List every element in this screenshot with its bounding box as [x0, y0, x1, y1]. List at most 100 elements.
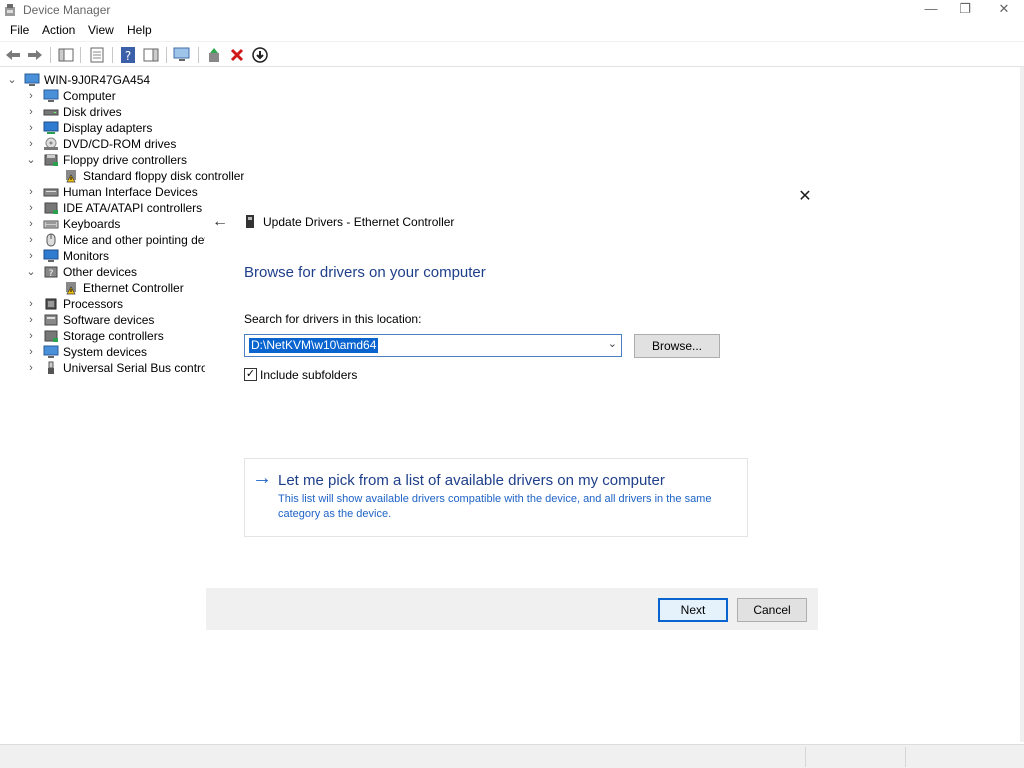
tree-root-label: WIN-9J0R47GA454	[44, 73, 151, 87]
tree-item-label: Display adapters	[63, 121, 153, 135]
display-adapter-icon	[43, 121, 59, 134]
tree-item-label: Disk drives	[63, 105, 122, 119]
dvd-drive-icon	[44, 137, 58, 150]
chevron-down-icon[interactable]: ⌄	[6, 72, 18, 88]
pick-option-description: This list will show available drivers co…	[278, 493, 712, 520]
storage-controller-icon	[44, 330, 58, 342]
tree-item-computer[interactable]: › Computer	[0, 88, 230, 104]
title-bar: Device Manager — ❐ ✕	[0, 0, 1024, 20]
window-title: Device Manager	[23, 3, 111, 17]
disable-device-icon[interactable]	[251, 46, 269, 64]
next-button[interactable]: Next	[658, 598, 728, 622]
chevron-right-icon[interactable]: ›	[25, 184, 37, 200]
browse-button[interactable]: Browse...	[634, 334, 720, 358]
tree-item-dvd-cdrom-drives[interactable]: › DVD/CD-ROM drives	[0, 136, 230, 152]
vertical-scrollbar[interactable]	[1020, 67, 1024, 742]
tree-item-human-interface-devices[interactable]: › Human Interface Devices	[0, 184, 230, 200]
chevron-right-icon[interactable]: ›	[25, 120, 37, 136]
tree-item-standard-floppy-disk-controller[interactable]: Standard floppy disk controller	[0, 168, 244, 184]
tree-item-system-devices[interactable]: › System devices	[0, 344, 230, 360]
tree-item-label: Human Interface Devices	[63, 185, 198, 199]
tree-root[interactable]: ⌄ WIN-9J0R47GA454	[0, 72, 230, 88]
cancel-button[interactable]: Cancel	[737, 598, 807, 622]
tree-item-disk-drives[interactable]: › Disk drives	[0, 104, 230, 120]
chevron-right-icon[interactable]: ›	[25, 232, 37, 248]
tree-item-display-adapters[interactable]: › Display adapters	[0, 120, 230, 136]
tree-item-label: Other devices	[63, 265, 138, 279]
include-subfolders-checkbox[interactable]: ✓	[244, 368, 257, 381]
properties-icon[interactable]	[88, 46, 106, 64]
action-pane-icon[interactable]	[142, 46, 160, 64]
chevron-right-icon[interactable]: ›	[25, 296, 37, 312]
chevron-right-icon[interactable]: ›	[25, 328, 37, 344]
back-arrow-icon[interactable]	[4, 46, 22, 64]
chevron-right-icon[interactable]: ›	[25, 104, 37, 120]
scan-hardware-icon[interactable]	[173, 46, 191, 64]
dialog-footer: Next Cancel	[206, 588, 818, 630]
close-icon[interactable]: ✕	[796, 188, 814, 206]
toolbar-separator	[166, 47, 167, 63]
chevron-right-icon[interactable]: ›	[25, 312, 37, 328]
menu-view[interactable]: View	[88, 23, 114, 37]
tree-item-label: Ethernet Controller	[83, 281, 184, 295]
tree-item-storage-controllers[interactable]: › Storage controllers	[0, 328, 230, 344]
minimize-button[interactable]: —	[912, 0, 950, 20]
tree-item-processors[interactable]: › Processors	[0, 296, 230, 312]
chevron-right-icon[interactable]: ›	[25, 136, 37, 152]
chevron-down-icon[interactable]: ⌄	[25, 152, 37, 168]
back-arrow-icon[interactable]: ←	[212, 213, 228, 231]
tree-item-keyboards[interactable]: › Keyboards	[0, 216, 230, 232]
chevron-right-icon[interactable]: ›	[25, 248, 37, 264]
other-devices-icon: ?	[44, 266, 58, 279]
tree-item-label: Software devices	[63, 313, 155, 327]
close-window-button[interactable]: ✕	[985, 0, 1023, 20]
menu-action[interactable]: Action	[42, 23, 75, 37]
include-subfolders-label[interactable]: Include subfolders	[260, 368, 357, 382]
tree-item-monitors[interactable]: › Monitors	[0, 248, 230, 264]
device-manager-app-icon	[5, 4, 15, 16]
restore-button[interactable]: ❐	[946, 0, 984, 20]
tree-item-other-devices[interactable]: ⌄ ? Other devices	[0, 264, 230, 280]
chevron-right-icon[interactable]: ›	[25, 360, 37, 376]
tree-item-mice[interactable]: › Mice and other pointing devic	[0, 232, 230, 248]
chevron-right-icon[interactable]: ›	[25, 88, 37, 104]
tree-item-ide-ata-atapi-controllers[interactable]: › IDE ATA/ATAPI controllers	[0, 200, 230, 216]
keyboard-icon	[43, 220, 59, 229]
tree-item-label: Universal Serial Bus controller	[63, 361, 205, 375]
menu-bar: File Action View Help	[0, 20, 1024, 40]
mouse-icon	[46, 233, 56, 247]
processor-icon	[45, 298, 57, 310]
forward-arrow-icon[interactable]	[26, 46, 44, 64]
tree-item-software-devices[interactable]: › Software devices	[0, 312, 230, 328]
usb-icon	[48, 361, 54, 374]
computer-icon	[24, 73, 40, 86]
hid-icon	[43, 188, 59, 197]
pick-from-list-option[interactable]: → Let me pick from a list of available d…	[244, 458, 748, 537]
toolbar-separator	[198, 47, 199, 63]
help-icon[interactable]: ?	[119, 46, 137, 64]
tree-item-usb-controllers[interactable]: › Universal Serial Bus controller	[0, 360, 230, 376]
toolbar-separator	[50, 47, 51, 63]
chevron-down-icon[interactable]: ⌄	[608, 337, 617, 350]
menu-file[interactable]: File	[10, 23, 29, 37]
tree-item-label: Monitors	[63, 249, 110, 263]
pick-option-title[interactable]: Let me pick from a list of available dri…	[278, 472, 665, 489]
status-divider	[805, 747, 806, 767]
chevron-right-icon[interactable]: ›	[25, 344, 37, 360]
chevron-right-icon[interactable]: ›	[25, 216, 37, 232]
tree-item-floppy-drive-controllers[interactable]: ⌄ Floppy drive controllers	[0, 152, 230, 168]
driver-path-value[interactable]: D:\NetKVM\w10\amd64	[249, 338, 379, 353]
menu-help[interactable]: Help	[127, 23, 152, 37]
driver-path-combobox[interactable]: D:\NetKVM\w10\amd64 ⌄	[244, 334, 622, 357]
update-driver-icon[interactable]	[205, 46, 223, 64]
tree-item-label: Storage controllers	[63, 329, 164, 343]
toolbar-separator	[80, 47, 81, 63]
warning-device-icon	[66, 282, 76, 295]
uninstall-icon[interactable]	[228, 46, 246, 64]
disk-drive-icon	[43, 109, 59, 116]
show-hide-console-tree-icon[interactable]	[57, 46, 75, 64]
chevron-down-icon[interactable]: ⌄	[25, 264, 37, 280]
status-divider	[905, 747, 906, 767]
chevron-right-icon[interactable]: ›	[25, 200, 37, 216]
tree-item-ethernet-controller[interactable]: Ethernet Controller	[0, 280, 230, 296]
